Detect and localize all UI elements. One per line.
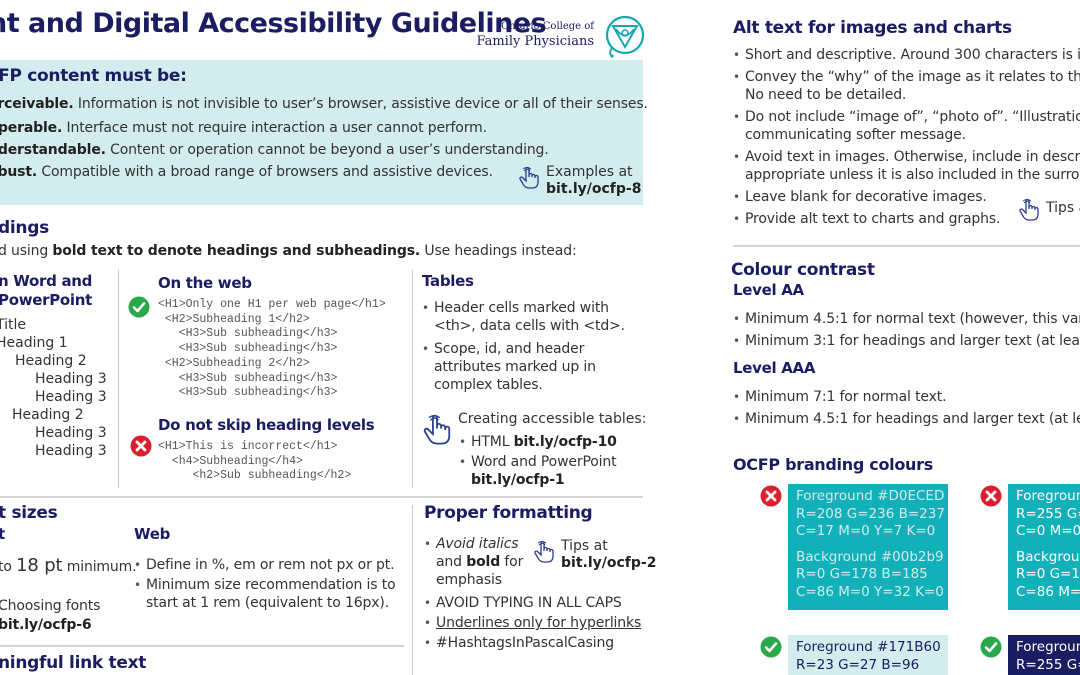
word-heading-levels: Title Heading 1 Heading 2 Heading 3 Head… — [0, 317, 107, 459]
formatting-list: AVOID TYPING IN ALL CAPS Underlines only… — [424, 594, 649, 654]
page-title: nt and Digital Accessibility Guidelines — [0, 8, 547, 39]
list-item: #HashtagsInPascalCasing — [424, 634, 649, 652]
principle-perceivable: erceivable. Information is not invisible… — [0, 96, 648, 112]
web-headings-title: On the web — [158, 274, 252, 292]
principles-heading: CFP content must be: — [0, 66, 187, 86]
divider — [412, 270, 413, 488]
logo-line-1: Ontario College of — [500, 21, 594, 32]
x-circle-icon — [760, 485, 782, 507]
list-item: AVOID TYPING IN ALL CAPS — [424, 594, 649, 612]
alt-text-title: Alt text for images and charts — [733, 18, 1012, 38]
divider — [733, 245, 1080, 247]
divider — [0, 645, 404, 647]
swatch-fail-1: Foreground #D0ECED R=208 G=236 B=237 C=1… — [788, 484, 948, 610]
level-aa-title: Level AA — [733, 281, 804, 299]
headings-title: dings — [0, 218, 49, 238]
formatting-title: Proper formatting — [424, 503, 593, 523]
list-item: Do not include “image of”, “photo of”. “… — [733, 108, 1080, 144]
word-title: n Word and PowerPoint — [0, 272, 93, 309]
level-aaa-title: Level AAA — [733, 359, 816, 377]
examples-tip: Examples at bit.ly/ocfp-8 — [518, 164, 641, 198]
tables-title: Tables — [422, 272, 474, 290]
ocfp-logo: Ontario College of Family Physicians — [476, 14, 646, 58]
formatting-tips-link[interactable]: bit.ly/ocfp-2 — [561, 555, 656, 572]
logo-line-2: Family Physicians — [476, 34, 594, 49]
font-sizes-title: t sizes — [0, 503, 58, 523]
branding-title: OCFP branding colours — [733, 455, 933, 474]
x-circle-icon — [980, 485, 1002, 507]
pointing-hand-icon — [534, 540, 554, 563]
web-size-title: Web — [134, 525, 171, 543]
pointing-hand-icon — [1019, 198, 1039, 221]
office-tables-link[interactable]: bit.ly/ocfp-1 — [471, 472, 565, 488]
web-size-list: Define in %, em or rem not px or pt. Min… — [134, 556, 404, 614]
principle-robust: obust. Compatible with a broad range of … — [0, 164, 493, 180]
print-title: t — [0, 525, 5, 543]
html-tables-link[interactable]: bit.ly/ocfp-10 — [514, 434, 617, 450]
list-item: Header cells marked with <th>, data cell… — [422, 299, 647, 335]
tables-list: Header cells marked with <th>, data cell… — [422, 299, 647, 399]
list-item: Avoid text in images. Otherwise, include… — [733, 148, 1080, 184]
list-item: Word and PowerPointbit.ly/ocfp-1 — [459, 453, 649, 489]
principle-operable: pperable. Interface must not require int… — [0, 120, 487, 136]
swatch-pass-1: Foreground #171B60 R=23 G=27 B=96 — [788, 635, 948, 675]
bad-heading-code: <H1>This is incorrect</h1> <h4>Subheadin… — [158, 440, 352, 483]
list-item: HTML bit.ly/ocfp-10 — [459, 433, 649, 451]
pointing-hand-icon — [423, 414, 451, 445]
list-item: Minimum size recommendation is to start … — [134, 576, 404, 612]
check-circle-icon — [980, 636, 1002, 658]
list-item: Minimum 4.5:1 for headings and larger te… — [733, 410, 1080, 428]
check-circle-icon — [760, 636, 782, 658]
principle-understandable: nderstandable. Content or operation cann… — [0, 142, 549, 158]
swatch-fail-2: Foregroun R=255 G=2 C=0 M=0 Y Backgrou R… — [1008, 484, 1080, 610]
formatting-tip: Tips at bit.ly/ocfp-2 — [533, 538, 656, 572]
list-item: Minimum 3:1 for headings and larger text… — [733, 332, 1080, 350]
skip-levels-title: Do not skip heading levels — [158, 416, 375, 434]
level-aaa-list: Minimum 7:1 for normal text. Minimum 4.5… — [733, 388, 1080, 430]
contrast-title: Colour contrast — [731, 260, 875, 280]
check-circle-icon — [128, 296, 150, 318]
list-item: Minimum 7:1 for normal text. — [733, 388, 1080, 406]
list-item: Define in %, em or rem not px or pt. — [134, 556, 404, 574]
swatch-pass-2: Foregroun R=255 G=2 — [1008, 635, 1080, 675]
list-item: Underlines only for hyperlinks — [424, 614, 649, 632]
print-size-rule: to 18 pt minimum. — [0, 555, 137, 576]
list-item: Scope, id, and header attributes marked … — [422, 340, 647, 394]
list-item: Avoid italicsand bold foremphasis — [424, 535, 539, 589]
tables-tip-links: HTML bit.ly/ocfp-10 Word and PowerPointb… — [459, 433, 649, 491]
choosing-fonts-tip: Choosing fonts bit.ly/ocfp-6 — [0, 598, 101, 633]
examples-link[interactable]: bit.ly/ocfp-8 — [546, 181, 641, 198]
choosing-fonts-link[interactable]: bit.ly/ocfp-6 — [0, 617, 92, 633]
principles-box: CFP content must be: erceivable. Informa… — [0, 60, 648, 205]
good-heading-code: <H1>Only one H1 per web page</h1> <H2>Su… — [158, 298, 386, 400]
pointing-hand-icon — [519, 166, 539, 189]
divider — [118, 270, 119, 488]
list-item: Short and descriptive. Around 300 charac… — [733, 46, 1080, 64]
level-aa-list: Minimum 4.5:1 for normal text (however, … — [733, 310, 1080, 352]
divider — [412, 505, 413, 675]
divider — [0, 496, 643, 498]
list-item: Convey the “why” of the image as it rela… — [733, 68, 1080, 104]
link-text-title: ningful link text — [0, 653, 147, 673]
x-circle-icon — [130, 435, 152, 457]
ocfp-logo-icon — [605, 15, 645, 58]
formatting-first-item: Avoid italicsand bold foremphasis — [424, 535, 539, 594]
list-item: Minimum 4.5:1 for normal text (however, … — [733, 310, 1080, 328]
headings-intro: d using bold text to denote headings and… — [0, 243, 577, 259]
alt-text-tip: Tips a — [1018, 196, 1080, 222]
